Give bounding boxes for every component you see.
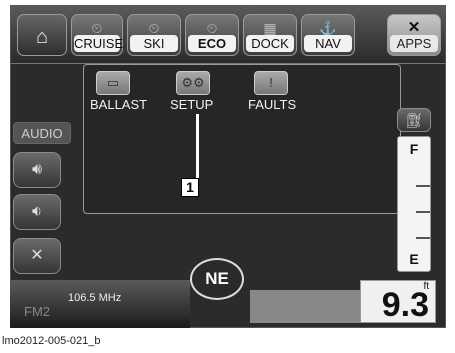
- tab-apps-label: APPS: [390, 35, 438, 52]
- depth-sonar-graph: [250, 290, 360, 323]
- tab-cruise[interactable]: ⏲ CRUISE: [71, 14, 123, 56]
- app-ballast-label: BALLAST: [90, 97, 148, 112]
- speaker-loud-icon: 🔊︎: [31, 161, 43, 178]
- fuel-tick: [416, 237, 430, 239]
- tab-home[interactable]: ⌂: [17, 14, 67, 56]
- left-control-rail: AUDIO 🔊︎ 🔉︎ ✕: [11, 64, 79, 286]
- app-setup[interactable]: ⚙⚙ SETUP: [170, 71, 250, 131]
- app-setup-label: SETUP: [170, 97, 214, 112]
- compass-heading: NE: [190, 258, 244, 300]
- radio-band: FM2: [24, 304, 50, 319]
- fuel-tick: [416, 211, 430, 213]
- audio-label: AUDIO: [13, 122, 71, 144]
- mute-button[interactable]: ✕: [13, 238, 61, 274]
- ballast-icon: ▭: [96, 71, 130, 95]
- figure-caption: lmo2012-005-021_b: [2, 335, 101, 347]
- top-tab-bar: ⌂ ⏲ CRUISE ⏲ SKI ⏲ ECO ▦ DOCK ⚓ NAV ✕ AP…: [11, 6, 445, 64]
- tab-ski-label: SKI: [130, 35, 178, 52]
- radio-frequency: 106.5 MHz: [68, 292, 122, 304]
- gears-icon: ⚙⚙: [176, 71, 210, 95]
- volume-up-button[interactable]: 🔊︎: [13, 152, 61, 188]
- fuel-pump-button[interactable]: ⛽︎: [397, 108, 431, 132]
- warning-icon: !: [254, 71, 288, 95]
- fuel-tick: [416, 185, 430, 187]
- callout-pointer-line: [196, 114, 199, 180]
- nav-icon: ⚓: [319, 20, 337, 36]
- tab-apps[interactable]: ✕ APPS: [387, 14, 441, 56]
- depth-readout: ft 9.3: [360, 280, 436, 323]
- close-icon: ✕: [30, 247, 44, 264]
- apps-icon: ✕: [407, 19, 421, 36]
- volume-down-button[interactable]: 🔉︎: [13, 194, 61, 230]
- eco-icon: ⏲: [206, 20, 218, 36]
- figure-frame: ⌂ ⏲ CRUISE ⏲ SKI ⏲ ECO ▦ DOCK ⚓ NAV ✕ AP…: [0, 0, 455, 353]
- tab-nav-label: NAV: [304, 35, 352, 52]
- radio-info-strip[interactable]: FM2 106.5 MHz: [10, 280, 190, 328]
- apps-panel: ▭ BALLAST ⚙⚙ SETUP ! FAULTS: [83, 64, 401, 214]
- tab-dock-label: DOCK: [246, 35, 294, 52]
- callout-number: 1: [181, 178, 199, 197]
- speaker-quiet-icon: 🔉︎: [31, 203, 43, 220]
- fuel-full-label: F: [409, 141, 419, 157]
- fuel-empty-label: E: [409, 251, 419, 267]
- tab-eco-label: ECO: [188, 35, 236, 52]
- app-faults[interactable]: ! FAULTS: [248, 71, 328, 131]
- tab-cruise-label: CRUISE: [74, 35, 124, 52]
- home-icon: ⌂: [35, 26, 49, 48]
- tab-nav[interactable]: ⚓ NAV: [301, 14, 355, 56]
- fuel-gauge: F E: [397, 136, 431, 272]
- fuel-pump-icon: ⛽︎: [405, 112, 423, 128]
- app-ballast[interactable]: ▭ BALLAST: [90, 71, 170, 131]
- dock-icon: ▦: [263, 20, 277, 36]
- app-faults-label: FAULTS: [248, 97, 297, 112]
- ski-icon: ⏲: [148, 20, 160, 36]
- depth-value: 9.3: [381, 286, 429, 324]
- tab-eco[interactable]: ⏲ ECO: [185, 14, 239, 56]
- cruise-icon: ⏲: [91, 20, 103, 36]
- tab-dock[interactable]: ▦ DOCK: [243, 14, 297, 56]
- tab-ski[interactable]: ⏲ SKI: [127, 14, 181, 56]
